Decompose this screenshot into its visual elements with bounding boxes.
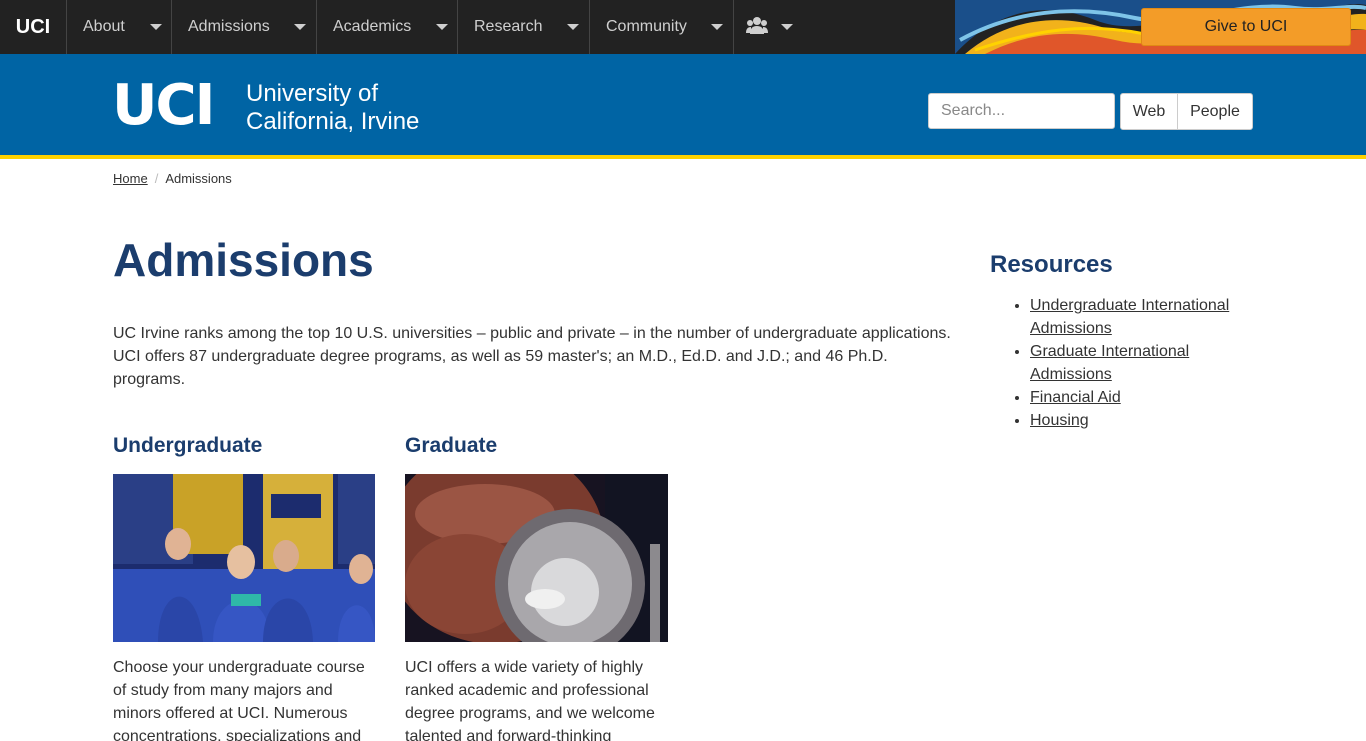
uci-logo-mark[interactable]: UCI [112, 78, 215, 134]
graduate-photo[interactable] [405, 474, 668, 642]
graduate-international-admissions-link[interactable]: Graduate International Admissions [1030, 343, 1189, 383]
nav-item-label: About [83, 18, 125, 35]
breadcrumb: Home / Admissions [113, 171, 232, 186]
search-input[interactable] [928, 93, 1115, 129]
graduation-ceremony-image [113, 474, 375, 642]
caret-down-icon[interactable] [567, 24, 579, 30]
undergraduate-description: Choose your undergraduate course of stud… [113, 659, 365, 741]
nav-item-about[interactable]: About [67, 0, 172, 54]
logo-line-2: California, Irvine [246, 108, 420, 135]
list-item: Graduate International Admissions [1030, 340, 1260, 386]
nav-item-research[interactable]: Research [458, 0, 590, 54]
intro-paragraph: UC Irvine ranks among the top 10 U.S. un… [113, 325, 951, 388]
undergraduate-heading[interactable]: Undergraduate [113, 434, 262, 458]
give-to-uci-button[interactable]: Give to UCI [1141, 8, 1351, 46]
nav-item-label: Community [606, 18, 687, 35]
university-name-logo[interactable]: University of California, Irvine [246, 80, 419, 136]
nav-item-label: Research [474, 18, 543, 35]
search-people-button[interactable]: People [1177, 93, 1253, 130]
caret-down-icon[interactable] [294, 24, 306, 30]
list-item: Housing [1030, 409, 1260, 432]
nav-item-label: Admissions [188, 18, 270, 35]
nav-item-admissions[interactable]: Admissions [172, 0, 317, 54]
caret-down-icon[interactable] [150, 24, 162, 30]
logo-line-1: University of [246, 80, 379, 107]
resources-heading: Resources [990, 251, 1113, 278]
list-item: Undergraduate International Admissions [1030, 294, 1260, 340]
search-web-button[interactable]: Web [1120, 93, 1178, 130]
graduate-heading[interactable]: Graduate [405, 434, 497, 458]
researcher-magnifier-image [405, 474, 668, 642]
financial-aid-link[interactable]: Financial Aid [1030, 389, 1121, 406]
breadcrumb-separator: / [154, 171, 159, 186]
people-menu-caret-icon[interactable] [781, 24, 793, 30]
breadcrumb-home-link[interactable]: Home [113, 171, 148, 186]
list-item: Financial Aid [1030, 386, 1260, 409]
undergraduate-international-admissions-link[interactable]: Undergraduate International Admissions [1030, 297, 1229, 337]
resources-list: Undergraduate International Admissions G… [1030, 294, 1260, 432]
top-navigation-bar: UCI About Admissions Academics Research … [0, 0, 1366, 54]
nav-item-community[interactable]: Community [590, 0, 734, 54]
nav-item-label: Academics [333, 18, 412, 35]
housing-link[interactable]: Housing [1030, 412, 1089, 429]
caret-down-icon[interactable] [711, 24, 723, 30]
undergraduate-photo[interactable] [113, 474, 375, 642]
graduate-description: UCI offers a wide variety of highly rank… [405, 659, 655, 741]
page-title: Admissions [113, 234, 374, 286]
site-header: UCI University of California, Irvine Web… [0, 54, 1366, 159]
breadcrumb-current: Admissions [165, 171, 232, 186]
uci-home-link[interactable]: UCI [0, 0, 67, 54]
people-icon[interactable] [746, 16, 768, 36]
caret-down-icon[interactable] [436, 24, 448, 30]
nav-item-academics[interactable]: Academics [317, 0, 458, 54]
